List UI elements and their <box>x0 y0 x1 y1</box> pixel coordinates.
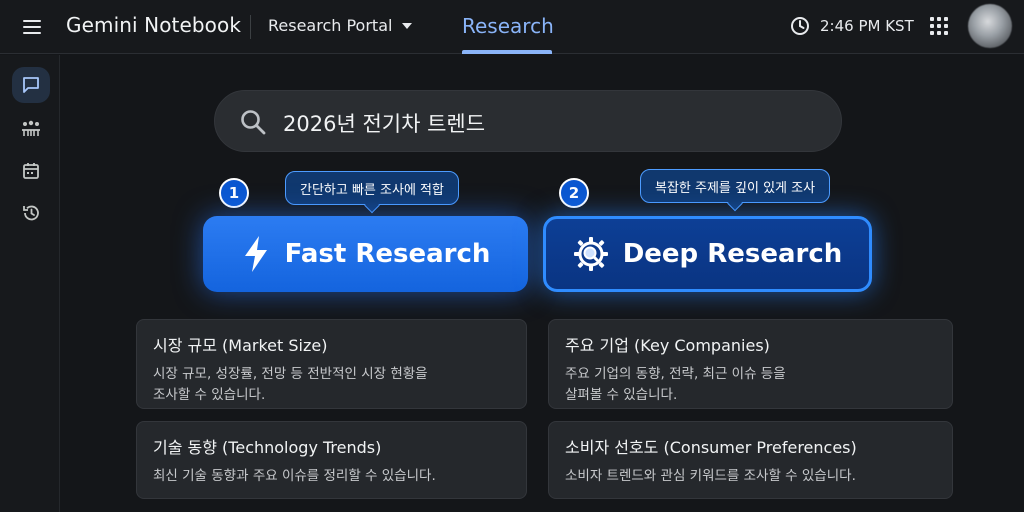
clock: 2:46 PM KST <box>790 16 914 36</box>
left-rail <box>0 55 60 512</box>
menu-icon[interactable] <box>20 15 44 39</box>
search-icon <box>241 110 266 135</box>
community-icon <box>22 120 40 136</box>
rail-item-history[interactable] <box>12 195 50 231</box>
fast-research-label: Fast Research <box>284 239 491 269</box>
avatar[interactable] <box>968 4 1012 48</box>
fast-step-badge: 1 <box>219 178 249 208</box>
gear-magnifier-icon <box>573 237 608 271</box>
card-technology-trends[interactable]: 기술 동향 (Technology Trends) 최신 기술 동향과 주요 이… <box>136 421 527 499</box>
card-title: 기술 동향 (Technology Trends) <box>153 438 382 457</box>
portal-selector[interactable]: Research Portal <box>268 16 413 35</box>
active-tab-indicator <box>462 50 552 54</box>
header-divider <box>250 15 251 39</box>
rail-item-community[interactable] <box>12 111 50 147</box>
clock-icon <box>791 17 809 35</box>
card-market-size[interactable]: 시장 규모 (Market Size) 시장 규모, 성장률, 전망 등 전반적… <box>136 319 527 409</box>
card-title: 소비자 선호도 (Consumer Preferences) <box>565 438 857 457</box>
card-key-companies[interactable]: 주요 기업 (Key Companies) 주요 기업의 동향, 전략, 최근 … <box>548 319 953 409</box>
history-icon <box>23 205 39 221</box>
fast-tooltip: 간단하고 빠른 조사에 적합 <box>285 171 459 205</box>
card-title: 주요 기업 (Key Companies) <box>565 336 770 355</box>
fast-research-button[interactable]: Fast Research <box>203 216 528 292</box>
top-bar: Gemini Notebook Research Portal Research… <box>0 0 1024 54</box>
card-description: 최신 기술 동향과 주요 이슈를 정리할 수 있습니다. <box>153 468 436 484</box>
chevron-down-icon <box>402 22 413 29</box>
deep-research-label: Deep Research <box>622 239 843 269</box>
card-description: 소비자 트렌드와 관심 키워드를 조사할 수 있습니다. <box>565 468 856 484</box>
card-description: 시장 규모, 성장률, 전망 등 전반적인 시장 현황을 조사할 수 있습니다. <box>153 366 428 403</box>
search-bar[interactable]: 2026년 전기차 트렌드 <box>214 90 842 152</box>
rail-item-chat[interactable] <box>12 67 50 103</box>
apps-grid-icon[interactable] <box>930 17 950 37</box>
card-description: 주요 기업의 동향, 전략, 최근 이슈 등을 살펴볼 수 있습니다. <box>565 366 786 403</box>
tab-research[interactable]: Research <box>462 14 554 38</box>
portal-selector-label: Research Portal <box>268 16 393 35</box>
clock-time: 2:46 PM KST <box>820 17 914 35</box>
deep-research-button[interactable]: Deep Research <box>543 216 872 292</box>
card-consumer-preferences[interactable]: 소비자 선호도 (Consumer Preferences) 소비자 트렌드와 … <box>548 421 953 499</box>
search-input[interactable]: 2026년 전기차 트렌드 <box>283 108 485 138</box>
lightning-icon <box>244 236 267 272</box>
calendar-icon <box>23 163 39 179</box>
card-title: 시장 규모 (Market Size) <box>153 336 328 355</box>
chat-icon <box>23 77 39 93</box>
deep-step-badge: 2 <box>559 178 589 208</box>
app-title: Gemini Notebook <box>66 13 242 37</box>
rail-item-calendar[interactable] <box>12 153 50 189</box>
deep-tooltip: 복잡한 주제를 깊이 있게 조사 <box>640 169 831 203</box>
